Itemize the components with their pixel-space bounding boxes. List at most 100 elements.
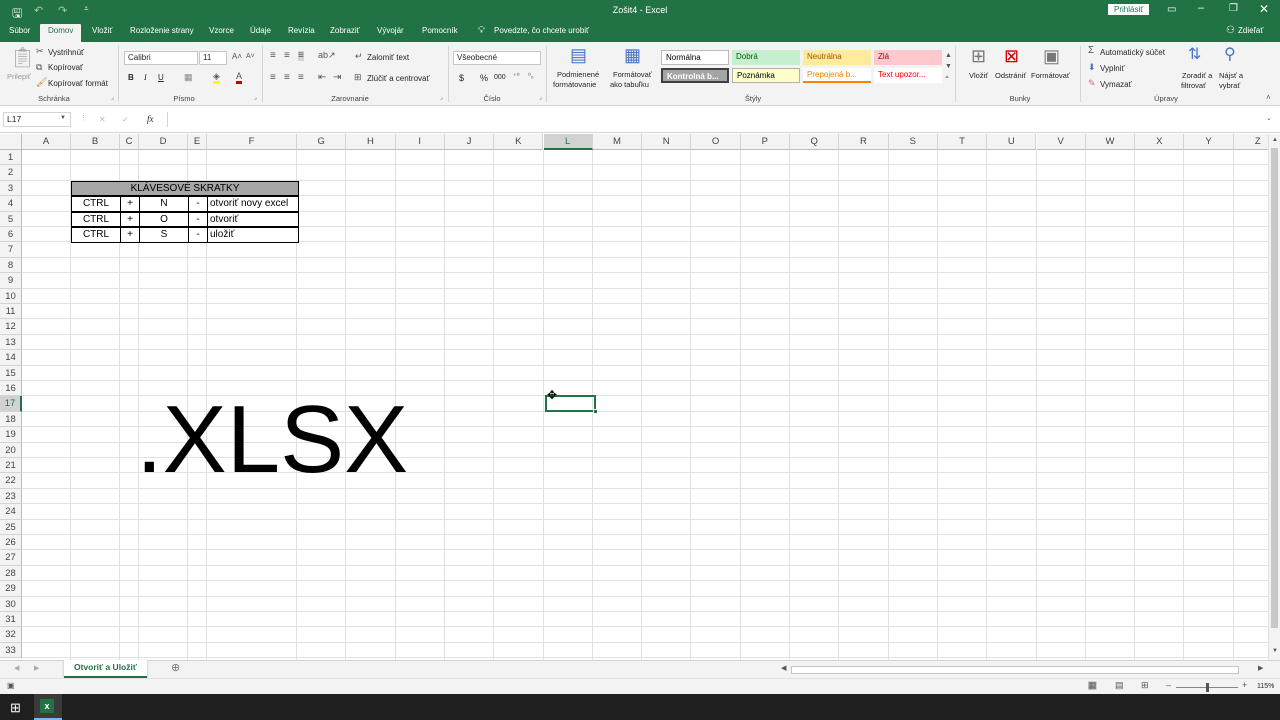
tab-file[interactable]: Súbor <box>9 26 30 35</box>
cut-button[interactable]: Vystrihnúť <box>48 48 84 57</box>
align-right-icon[interactable]: ≡ <box>298 73 304 83</box>
row-header-5[interactable]: 5 <box>0 211 22 227</box>
hscroll-right-icon[interactable]: ▶ <box>1258 665 1263 672</box>
tab-help[interactable]: Pomocník <box>422 26 458 35</box>
row-header-17[interactable]: 17 <box>0 396 22 412</box>
cancel-icon[interactable]: ✕ <box>99 115 106 124</box>
row-header-31[interactable]: 31 <box>0 612 22 628</box>
find-select-label-2[interactable]: vybrať <box>1219 81 1240 90</box>
add-sheet-icon[interactable]: ⊕ <box>171 663 180 674</box>
row-header-11[interactable]: 11 <box>0 304 22 320</box>
row-header-24[interactable]: 24 <box>0 504 22 520</box>
column-header-e[interactable]: E <box>188 134 207 150</box>
signin-button[interactable]: Prihlásiť <box>1108 4 1150 15</box>
zoom-in-icon[interactable]: + <box>1242 681 1247 690</box>
increase-indent-icon[interactable]: ⇥ <box>333 73 341 83</box>
decrease-indent-icon[interactable]: ⇤ <box>318 73 326 83</box>
find-select-label-1[interactable]: Nájsť a <box>1219 71 1243 80</box>
column-header-n[interactable]: N <box>642 134 692 150</box>
minimize-icon[interactable]: – <box>1198 2 1204 14</box>
align-left-icon[interactable]: ≡ <box>270 73 276 83</box>
row-header-7[interactable]: 7 <box>0 242 22 258</box>
formula-input[interactable] <box>167 112 1267 127</box>
align-top-icon[interactable]: ≡ <box>270 51 276 61</box>
page-layout-view-icon[interactable]: ▤ <box>1115 681 1124 690</box>
table-cell[interactable]: uložiť <box>207 227 299 243</box>
style-bad[interactable]: Zlá <box>874 50 942 65</box>
row-header-9[interactable]: 9 <box>0 273 22 289</box>
row-header-8[interactable]: 8 <box>0 257 22 274</box>
decrease-decimal-icon[interactable]: ⁰₀ <box>528 73 534 80</box>
column-header-f[interactable]: F <box>207 134 297 150</box>
table-cell[interactable]: S <box>139 227 189 243</box>
column-header-h[interactable]: H <box>346 134 396 150</box>
column-header-o[interactable]: O <box>691 134 741 150</box>
style-normal[interactable]: Normálna <box>661 50 729 65</box>
row-header-26[interactable]: 26 <box>0 535 22 551</box>
row-header-10[interactable]: 10 <box>0 288 22 304</box>
table-cell[interactable]: + <box>120 196 140 212</box>
format-painter-button[interactable]: Kopírovať formát <box>48 79 108 88</box>
row-header-13[interactable]: 13 <box>0 334 22 351</box>
scroll-down-icon[interactable]: ▼ <box>1272 648 1278 654</box>
number-format-select[interactable]: Všeobecné <box>453 51 541 65</box>
column-header-b[interactable]: B <box>71 134 120 150</box>
column-header-q[interactable]: Q <box>790 134 840 150</box>
table-cell[interactable]: N <box>139 196 189 212</box>
delete-cells-button[interactable]: Odstrániť <box>995 71 1026 80</box>
font-size-select[interactable]: 11 <box>199 51 227 65</box>
column-header-y[interactable]: Y <box>1184 134 1234 150</box>
row-header-33[interactable]: 33 <box>0 642 22 659</box>
row-header-19[interactable]: 19 <box>0 427 22 443</box>
table-header[interactable]: KLÁVESOVÉ SKRATKY <box>71 181 299 197</box>
column-header-x[interactable]: X <box>1135 134 1185 150</box>
align-middle-icon[interactable]: ≡ <box>284 51 290 61</box>
function-icon[interactable]: fx <box>147 114 154 124</box>
style-good[interactable]: Dobrá <box>732 50 800 65</box>
scroll-up-icon[interactable]: ▲ <box>1272 137 1278 143</box>
column-header-r[interactable]: R <box>839 134 889 150</box>
row-header-20[interactable]: 20 <box>0 442 22 458</box>
tab-home[interactable]: Domov <box>40 24 82 42</box>
row-header-15[interactable]: 15 <box>0 365 22 381</box>
orientation-icon[interactable]: ab↗ <box>318 51 336 60</box>
fill-handle[interactable] <box>593 409 598 414</box>
expand-formula-icon[interactable]: ⌄ <box>1266 115 1272 122</box>
style-warning-text[interactable]: Text upozor... <box>874 68 942 83</box>
column-header-i[interactable]: I <box>395 134 445 150</box>
table-cell[interactable]: O <box>139 211 189 228</box>
redo-icon[interactable]: ↷ <box>58 4 67 17</box>
column-header-s[interactable]: S <box>888 134 938 150</box>
row-header-2[interactable]: 2 <box>0 165 22 181</box>
zoom-out-icon[interactable]: – <box>1166 681 1171 690</box>
copy-button[interactable]: Kopírovať <box>48 63 83 72</box>
column-header-p[interactable]: P <box>740 134 790 150</box>
autosum-button[interactable]: Automatický súčet <box>1100 48 1165 57</box>
column-header-z[interactable]: Z <box>1233 134 1268 150</box>
conditional-formatting-label-2[interactable]: formátovanie <box>553 80 596 89</box>
column-header-w[interactable]: W <box>1085 134 1136 150</box>
row-header-14[interactable]: 14 <box>0 350 22 366</box>
row-header-3[interactable]: 3 <box>0 180 22 197</box>
row-header-4[interactable]: 4 <box>0 196 22 212</box>
table-cell[interactable]: otvoriť novy excel <box>207 196 299 212</box>
row-header-30[interactable]: 30 <box>0 596 22 612</box>
column-header-l[interactable]: L <box>543 134 593 150</box>
normal-view-icon[interactable]: ▦ <box>1088 681 1097 690</box>
insert-cells-button[interactable]: Vložiť <box>969 71 988 80</box>
horizontal-scrollbar[interactable] <box>791 666 1239 674</box>
format-cells-button[interactable]: Formátovať <box>1031 71 1070 80</box>
fill-button[interactable]: Vyplniť <box>1100 64 1125 73</box>
row-header-1[interactable]: 1 <box>0 150 22 166</box>
big-text-xlsx[interactable]: .XLSX <box>136 392 408 488</box>
format-as-table-label-2[interactable]: ako tabuľku <box>610 80 649 89</box>
currency-button[interactable]: $ <box>459 73 464 83</box>
styles-scroll-icon[interactable]: ▲ ▼ ⩡ <box>945 50 952 83</box>
table-cell[interactable]: + <box>120 211 140 228</box>
column-header-u[interactable]: U <box>987 134 1037 150</box>
table-cell[interactable]: + <box>120 227 140 243</box>
column-header-m[interactable]: M <box>592 134 643 150</box>
thousands-button[interactable]: 000 <box>494 74 506 81</box>
style-note[interactable]: Poznámka <box>732 68 800 83</box>
undo-icon[interactable]: ↶ <box>34 4 43 17</box>
